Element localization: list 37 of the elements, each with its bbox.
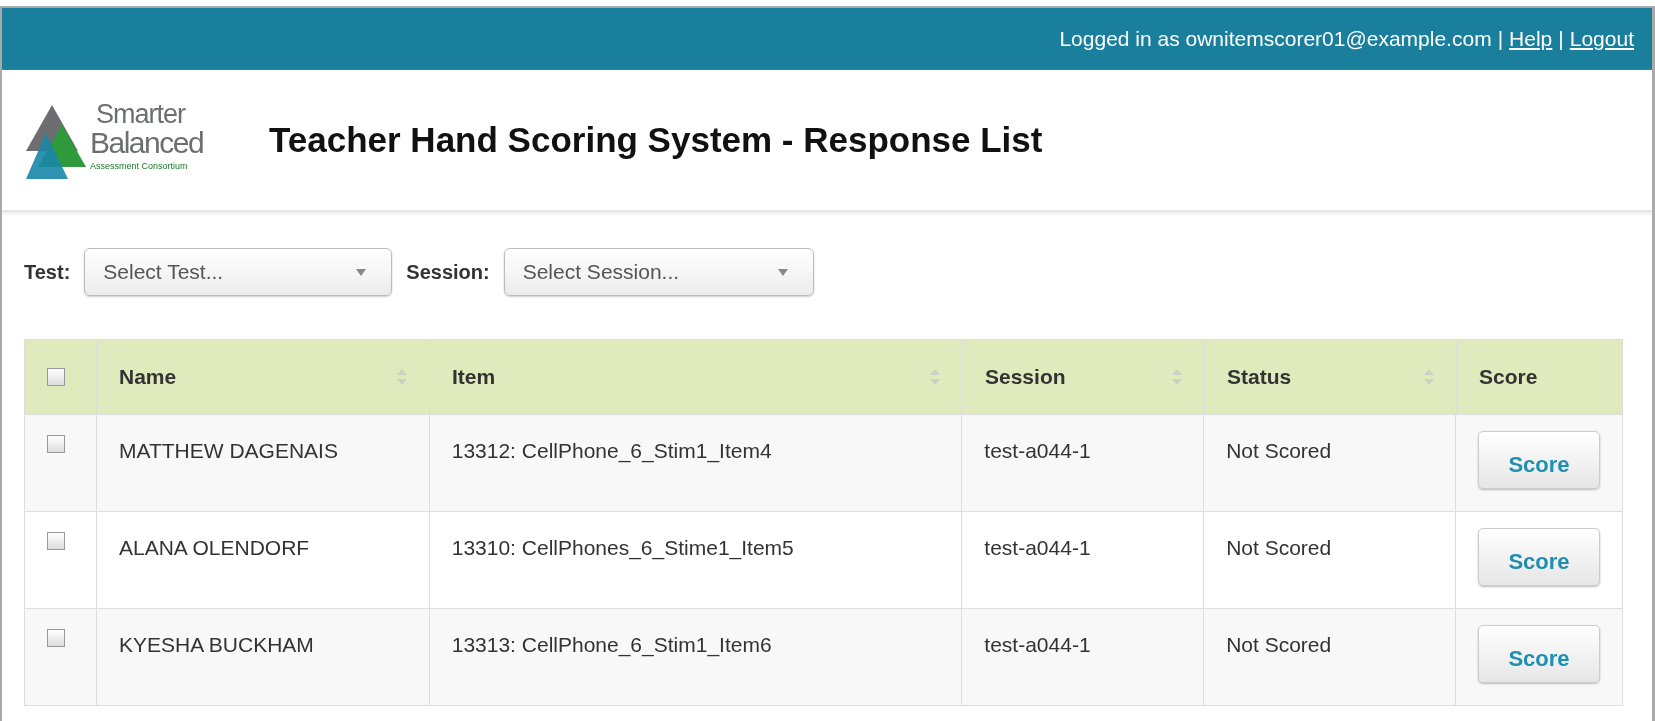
table-cell: 13312: CellPhone_6_Stim1_Item4 [451,439,772,463]
column-header[interactable]: Name [119,365,177,389]
separator-text: | [1558,27,1564,51]
table-cell: Not Scored [1226,439,1332,463]
filter-label: Session: [406,260,490,284]
table-cell: ALANA OLENDORF [118,536,310,560]
triangles-logo-icon [26,105,86,179]
select-dropdown[interactable]: Select Test... [84,248,393,296]
column-header[interactable]: Session [985,365,1066,389]
checkbox[interactable] [47,629,65,647]
login-text: Logged in as ownitemscorer01@example.com [1059,27,1492,51]
table-cell: 13310: CellPhones_6_Stime1_Item5 [451,536,794,560]
logo-tagline: Assessment Consortium [90,162,189,171]
table-cell: test-a044-1 [984,633,1091,657]
logout-link[interactable]: Logout [1569,27,1634,51]
logo-text: Balanced [90,128,204,158]
dropdown-caret-icon [356,269,367,276]
help-link[interactable]: Help [1509,27,1553,51]
filter-label: Test: [24,260,71,284]
dropdown-caret-icon [777,269,788,276]
checkbox[interactable] [47,532,65,550]
table-cell: Not Scored [1226,633,1332,657]
table-cell: MATTHEW DAGENAIS [118,439,338,463]
checkbox[interactable] [47,368,65,386]
page-title: Teacher Hand Scoring System - Response List [269,120,1043,160]
checkbox[interactable] [47,435,65,453]
column-header[interactable]: Score [1479,365,1538,389]
table-cell: test-a044-1 [984,536,1091,560]
table-cell: 13313: CellPhone_6_Stim1_Item6 [451,633,772,657]
table-cell: test-a044-1 [984,439,1091,463]
select-dropdown[interactable]: Select Session... [503,248,814,296]
separator-text: | [1497,27,1504,51]
logo-text: Smarter [95,101,187,128]
column-header[interactable]: Item [452,365,496,389]
table-cell: Not Scored [1226,536,1332,560]
table-cell: KYESHA BUCKHAM [118,633,314,657]
column-header[interactable]: Status [1227,365,1292,389]
